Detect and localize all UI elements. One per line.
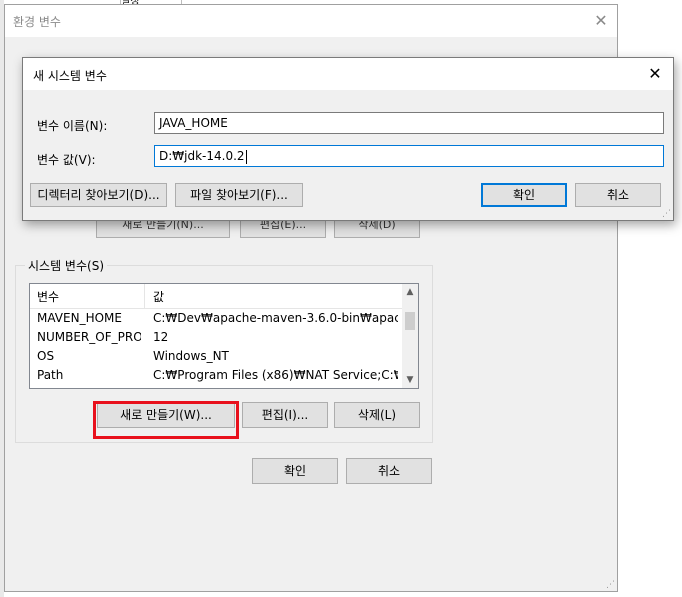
resize-grip-icon[interactable]: ⋰ [662,210,671,219]
sys-titlebar[interactable]: 새 시스템 변수 ✕ [23,58,673,90]
text-caret [245,149,247,164]
row-name: OS [37,349,55,363]
sys-cancel-button[interactable]: 취소 [575,183,661,207]
system-variables-list[interactable]: 변수 값 MAVEN_HOME C:₩Dev₩apache-maven-3.6.… [29,283,419,389]
row-name: MAVEN_HOME [37,311,122,325]
new-system-variable-dialog: 새 시스템 변수 ✕ 변수 이름(N): JAVA_HOME 변수 값(V): … [22,57,674,221]
row-value: 12 [153,330,169,344]
env-dialog-title: 환경 변수 [13,15,61,29]
row-value: Windows_NT [153,349,229,363]
highlight-box [93,401,239,439]
resize-grip-icon[interactable]: ⋰ [606,581,615,590]
scrollbar-thumb[interactable] [405,312,415,330]
env-ok-button[interactable]: 확인 [252,458,338,484]
list-header: 변수 값 [30,284,402,309]
table-row[interactable]: Path C:₩Program Files (x86)₩NAT Service;… [30,366,402,385]
row-value: C:₩Dev₩apache-maven-3.6.0-bin₩apache... [153,311,398,325]
column-header-value[interactable]: 값 [153,288,164,305]
sys-ok-button[interactable]: 확인 [481,183,567,207]
variable-value-value: D:₩jdk-14.0.2 [159,149,245,163]
env-cancel-button[interactable]: 취소 [346,458,432,484]
row-value: C:₩Program Files (x86)₩NAT Service;C:₩W.… [153,368,398,382]
table-row[interactable]: MAVEN_HOME C:₩Dev₩apache-maven-3.6.0-bin… [30,309,402,328]
chevron-up-icon[interactable]: ▲ [402,284,418,300]
list-scrollbar[interactable]: ▲ ▼ [402,284,418,388]
sys-dialog-title: 새 시스템 변수 [33,69,107,83]
variable-value-label: 변수 값(V): [37,153,96,167]
system-edit-button[interactable]: 편집(I)... [242,402,328,428]
close-icon[interactable]: ✕ [643,62,667,86]
variable-name-input[interactable]: JAVA_HOME [154,112,664,134]
table-row[interactable]: NUMBER_OF_PRO... 12 [30,328,402,347]
chevron-down-icon[interactable]: ▼ [402,372,418,388]
variable-name-label: 변수 이름(N): [37,119,108,133]
row-name: Path [37,368,64,382]
system-delete-button[interactable]: 삭제(L) [334,402,420,428]
row-name: NUMBER_OF_PRO... [37,330,141,344]
table-row[interactable]: OS Windows_NT [30,347,402,366]
system-variables-label: 시스템 변수(S) [25,257,107,274]
close-icon[interactable]: ✕ [589,9,613,33]
column-header-name[interactable]: 변수 [37,288,59,305]
env-titlebar[interactable]: 환경 변수 ✕ [5,5,617,37]
column-separator[interactable] [144,284,145,308]
variable-name-value: JAVA_HOME [159,116,228,130]
browse-directory-button[interactable]: 디렉터리 찾아보기(D)... [30,183,167,207]
browse-file-button[interactable]: 파일 찾아보기(F)... [175,183,303,207]
variable-value-input[interactable]: D:₩jdk-14.0.2 [154,145,664,167]
